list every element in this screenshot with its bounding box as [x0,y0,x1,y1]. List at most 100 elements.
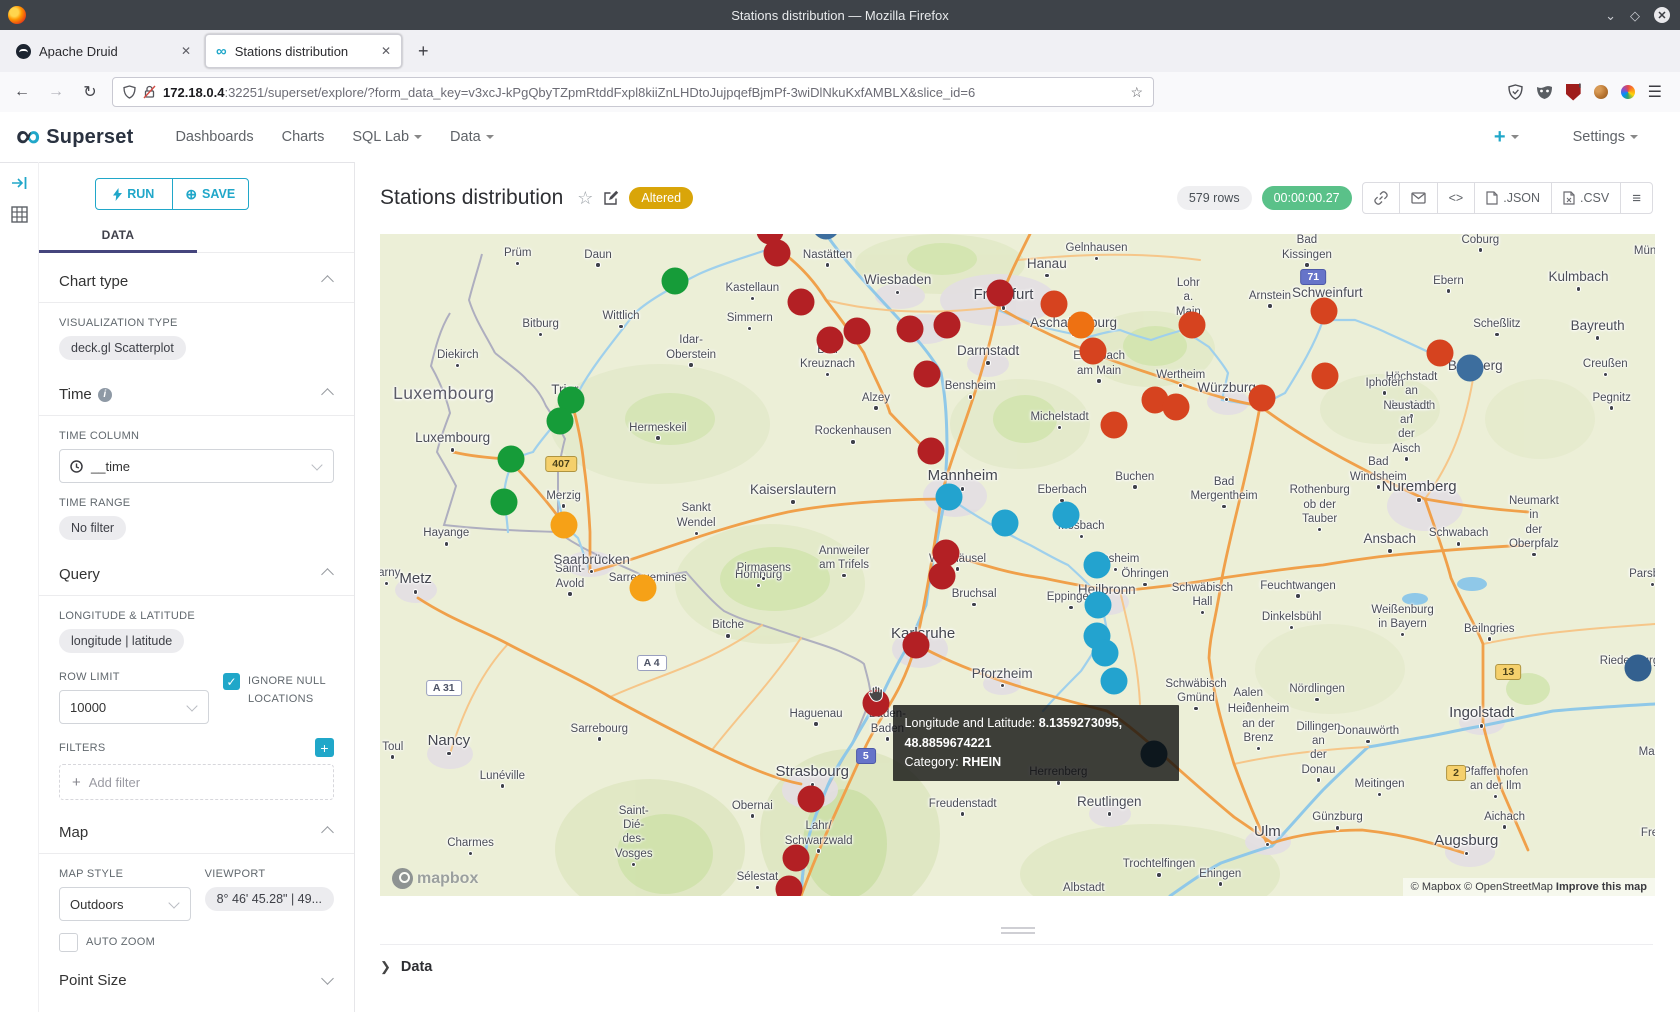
scatter-point[interactable] [763,239,790,266]
superset-logo[interactable]: ∞ Superset [16,123,133,150]
dataset-grid-icon[interactable] [11,206,28,223]
scatter-point[interactable] [629,574,656,601]
scatter-point[interactable] [797,785,824,812]
mapbox-logo[interactable]: mapbox [392,868,478,889]
embed-code-button[interactable]: <> [1437,183,1475,213]
nav-data[interactable]: Data [450,129,494,145]
favorite-star-icon[interactable]: ☆ [577,188,593,209]
collapse-panel-icon[interactable] [11,176,28,190]
scatter-point[interactable] [934,312,961,339]
bookmark-star-icon[interactable]: ☆ [1130,84,1143,101]
scatter-point[interactable] [787,288,814,315]
scatter-point[interactable] [661,268,688,295]
time-column-select[interactable]: __time [59,449,334,483]
back-button[interactable]: ← [10,83,34,101]
protections-shield-icon[interactable] [1508,84,1523,100]
ignore-null-checkbox[interactable]: ✓ [223,673,240,690]
scatter-point[interactable] [1457,354,1484,381]
scatter-point[interactable] [1249,385,1276,412]
section-chart-type[interactable]: Chart type [59,253,334,302]
url-bar[interactable]: 172.18.0.4 :32251/superset/explore/?form… [112,77,1154,107]
tab-stations-distribution[interactable]: ∞ Stations distribution ✕ [205,34,402,68]
scatter-point[interactable] [986,279,1013,306]
export-json-button[interactable]: .JSON [1474,183,1551,213]
scatter-point[interactable] [1101,667,1128,694]
map-style-select[interactable]: Outdoors [59,887,191,921]
scatter-point[interactable] [1625,654,1652,681]
export-csv-button[interactable]: .CSV [1551,183,1620,213]
scatter-point[interactable] [991,510,1018,537]
settings-menu[interactable]: Settings [1573,129,1638,145]
data-results-section[interactable]: ❯ Data [380,944,1653,975]
tab-apache-druid[interactable]: Apache Druid ✕ [6,35,201,67]
scatter-point[interactable] [913,361,940,388]
scatter-point[interactable] [546,407,573,434]
cookie-icon[interactable] [1594,85,1608,99]
section-time[interactable]: Time i [59,360,334,415]
scatter-point[interactable] [782,844,809,871]
scatter-point[interactable] [1068,312,1095,339]
scatter-point[interactable] [817,326,844,353]
lock-insecure-icon[interactable] [143,85,156,99]
scatter-point[interactable] [1079,337,1106,364]
section-query[interactable]: Query [59,540,334,595]
nav-charts[interactable]: Charts [282,129,325,145]
resize-drag-handle[interactable] [1001,924,1035,937]
window-maximize-icon[interactable]: ◇ [1630,9,1640,22]
expand-caret-icon[interactable]: ❯ [380,959,391,975]
chart-menu-button[interactable]: ≡ [1620,183,1652,213]
scatter-point[interactable] [1310,298,1337,325]
map-canvas[interactable]: Longitude and Latitude: 8.1359273095, 48… [380,234,1655,896]
scatter-point[interactable] [490,489,517,516]
time-range-value[interactable]: No filter [59,516,126,540]
save-button[interactable]: ⊕ SAVE [172,179,249,209]
viewport-value[interactable]: 8° 46' 45.28" | 49... [205,887,334,911]
reload-button[interactable]: ↻ [78,82,102,102]
scatter-point[interactable] [1084,592,1111,619]
email-button[interactable] [1399,183,1437,213]
scatter-point[interactable] [897,316,924,343]
window-close-icon[interactable]: ✕ [1654,7,1670,23]
nav-sql-lab[interactable]: SQL Lab [352,129,422,145]
scatter-point[interactable] [917,438,944,465]
scatter-point[interactable] [929,562,956,589]
section-map[interactable]: Map [59,800,334,853]
scatter-point[interactable] [1311,363,1338,390]
extension-pinwheel-icon[interactable] [1621,85,1635,99]
scatter-point[interactable] [776,875,803,896]
edit-properties-icon[interactable] [603,190,619,206]
scatter-point[interactable] [935,484,962,511]
scatter-point[interactable] [1041,290,1068,317]
scatter-point[interactable] [1162,393,1189,420]
scatter-point[interactable] [902,632,929,659]
nav-dashboards[interactable]: Dashboards [175,129,253,145]
scatter-point[interactable] [1179,312,1206,339]
browser-menu-icon[interactable]: ☰ [1648,82,1662,102]
scatter-point[interactable] [1101,411,1128,438]
scatter-point[interactable] [1092,640,1119,667]
new-tab-button[interactable]: + [406,41,441,62]
add-filter-plus-button[interactable]: + [315,738,334,757]
tab-close-icon[interactable]: ✕ [181,44,191,58]
altered-badge[interactable]: Altered [629,187,693,209]
attrib-osm[interactable]: © OpenStreetMap [1464,881,1553,893]
copy-link-button[interactable] [1363,183,1399,213]
attrib-mapbox[interactable]: © Mapbox [1411,881,1461,893]
viz-type-value[interactable]: deck.gl Scatterplot [59,336,186,360]
scatter-point[interactable] [1426,340,1453,367]
tab-close-icon[interactable]: ✕ [381,44,391,58]
forward-button[interactable]: → [44,83,68,101]
window-minimize-icon[interactable]: ⌄ [1605,9,1616,22]
row-limit-select[interactable]: 10000 [59,690,209,724]
add-filter-box[interactable]: + Add filter [59,764,334,800]
scatter-point[interactable] [843,317,870,344]
section-point-size[interactable]: Point Size [59,952,334,1001]
scatter-point[interactable] [1052,501,1079,528]
scatter-point[interactable] [550,511,577,538]
run-button[interactable]: RUN [96,179,172,209]
attrib-improve-link[interactable]: Improve this map [1556,881,1647,893]
auto-zoom-checkbox[interactable] [59,933,78,952]
ublock-icon[interactable]: 2 [1566,84,1581,101]
lonlat-value[interactable]: longitude | latitude [59,629,184,653]
tab-data[interactable]: DATA [39,218,197,252]
